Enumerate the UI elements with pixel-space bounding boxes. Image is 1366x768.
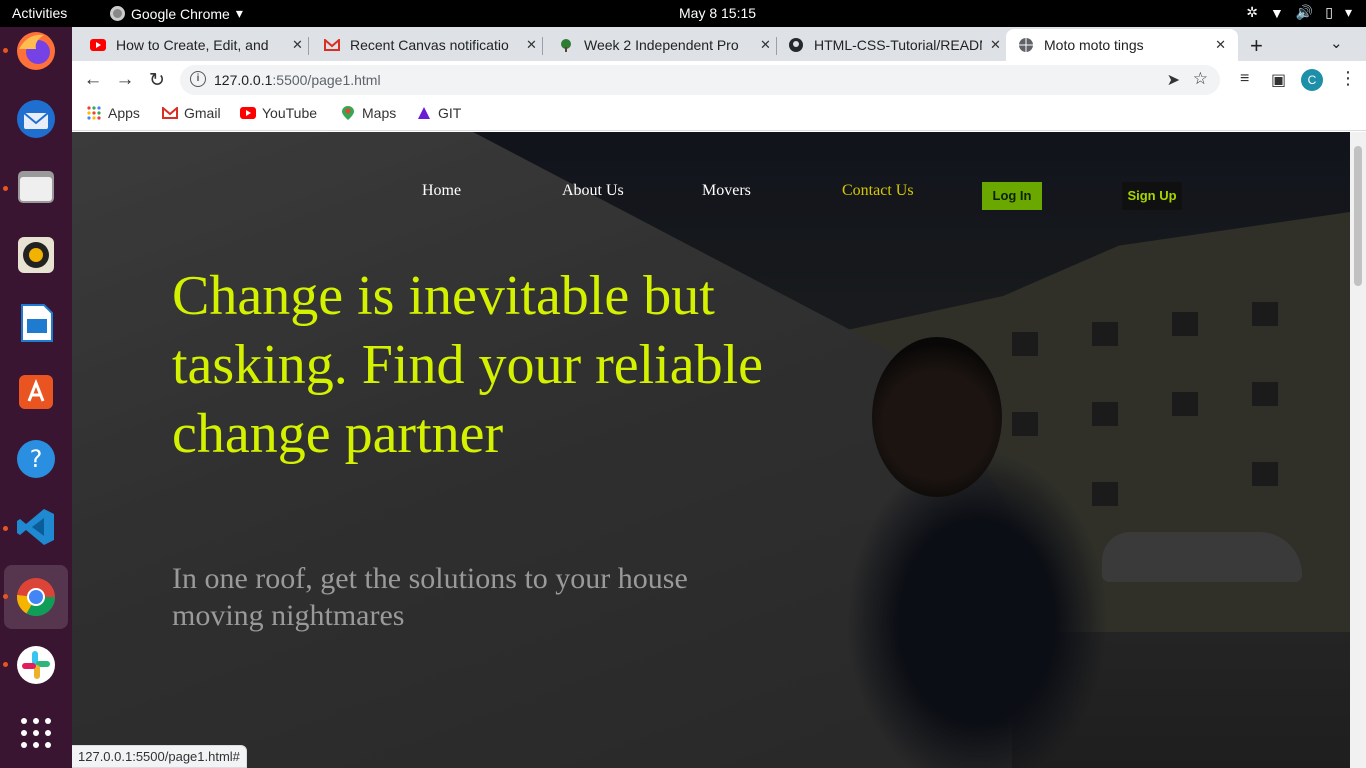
ubuntu-dock: ? bbox=[0, 27, 72, 768]
slack-icon[interactable] bbox=[12, 641, 60, 689]
app-grid-icon[interactable] bbox=[12, 709, 60, 757]
gmail-favicon-icon bbox=[324, 37, 340, 53]
system-tray[interactable]: ✲ ▼ 🔊 ▯ ▾ bbox=[1246, 4, 1352, 21]
page-scrollbar[interactable] bbox=[1350, 132, 1366, 768]
hero-title: Change is inevitable but tasking. Find y… bbox=[172, 265, 764, 465]
activities-button[interactable]: Activities bbox=[12, 5, 67, 21]
profile-avatar[interactable]: C bbox=[1301, 69, 1323, 91]
svg-text:?: ? bbox=[30, 445, 43, 473]
close-tab-icon[interactable]: ✕ bbox=[292, 37, 303, 53]
running-indicator bbox=[3, 48, 8, 53]
help-icon[interactable]: ? bbox=[12, 435, 60, 483]
app-menu-label: Google Chrome bbox=[131, 5, 230, 22]
chrome-app-icon bbox=[110, 6, 125, 21]
files-icon[interactable] bbox=[12, 163, 60, 211]
running-indicator bbox=[3, 594, 8, 599]
close-tab-icon[interactable]: ✕ bbox=[760, 37, 771, 53]
tab-title: How to Create, Edit, and bbox=[116, 37, 269, 53]
network-status-icon: ✲ bbox=[1246, 4, 1258, 20]
nav-about-link[interactable]: About Us bbox=[562, 182, 624, 200]
bookmarks-bar: Apps Gmail YouTube Maps GIT bbox=[72, 99, 1366, 131]
signup-button[interactable]: Sign Up bbox=[1122, 182, 1182, 210]
url-text[interactable]: 127.0.0.1:5500/page1.html bbox=[214, 72, 381, 88]
running-indicator bbox=[3, 662, 8, 667]
browser-toolbar: ← → ↻ i 127.0.0.1:5500/page1.html ➤ ☆ ≡ … bbox=[72, 61, 1366, 99]
close-tab-icon[interactable]: ✕ bbox=[990, 37, 1001, 53]
send-to-devices-icon[interactable]: ➤ bbox=[1167, 70, 1180, 90]
nav-contact-link[interactable]: Contact Us bbox=[842, 182, 914, 200]
rhythmbox-icon[interactable] bbox=[12, 231, 60, 279]
tab[interactable]: HTML-CSS-Tutorial/README ✕ bbox=[788, 29, 1001, 61]
caret-down-icon: ▾ bbox=[235, 5, 243, 21]
battery-icon: ▯ bbox=[1325, 4, 1333, 20]
close-tab-icon[interactable]: ✕ bbox=[526, 37, 537, 53]
page-viewport: Home About Us Movers Contact Us Log In S… bbox=[72, 132, 1350, 768]
tab-title: Recent Canvas notificatio bbox=[350, 37, 509, 53]
bookmark-gmail[interactable]: Gmail bbox=[162, 105, 221, 121]
bookmark-star-icon[interactable]: ☆ bbox=[1193, 69, 1208, 89]
forward-arrow-icon[interactable]: → bbox=[112, 67, 138, 93]
system-top-bar: Activities Google Chrome ▾ May 8 15:15 ✲… bbox=[0, 0, 1366, 27]
maps-pin-icon bbox=[340, 105, 356, 121]
globe-favicon-icon bbox=[1018, 37, 1034, 53]
power-menu-icon: ▾ bbox=[1344, 4, 1352, 20]
wifi-icon: ▼ bbox=[1269, 4, 1284, 21]
tab[interactable]: Week 2 Independent Pro ✕ bbox=[558, 29, 777, 61]
nav-home-link[interactable]: Home bbox=[422, 182, 461, 200]
youtube-favicon-icon bbox=[90, 37, 106, 53]
scrollbar-thumb[interactable] bbox=[1354, 146, 1362, 286]
software-center-icon[interactable] bbox=[12, 367, 60, 415]
tab-active[interactable]: Moto moto tings ✕ bbox=[1006, 29, 1238, 61]
back-arrow-icon[interactable]: ← bbox=[80, 67, 106, 93]
close-tab-icon[interactable]: ✕ bbox=[1215, 37, 1226, 53]
chrome-window: How to Create, Edit, and ✕ Recent Canvas… bbox=[72, 27, 1366, 768]
bookmark-maps[interactable]: Maps bbox=[340, 105, 396, 121]
vscode-icon[interactable] bbox=[12, 503, 60, 551]
chrome-icon[interactable] bbox=[12, 573, 60, 621]
tab[interactable]: Recent Canvas notificatio ✕ bbox=[324, 29, 543, 61]
tab-strip: How to Create, Edit, and ✕ Recent Canvas… bbox=[72, 27, 1366, 61]
side-panel-icon[interactable]: ▣ bbox=[1271, 70, 1286, 90]
tab-search-chevron-icon[interactable]: ⌄ bbox=[1330, 34, 1343, 52]
github-favicon-icon bbox=[788, 37, 804, 53]
running-indicator bbox=[3, 186, 8, 191]
chrome-menu-icon[interactable]: ⋮ bbox=[1339, 68, 1357, 89]
site-info-icon[interactable]: i bbox=[190, 71, 206, 87]
address-bar[interactable]: i 127.0.0.1:5500/page1.html ➤ ☆ bbox=[180, 65, 1220, 95]
clock[interactable]: May 8 15:15 bbox=[679, 5, 756, 21]
bookmark-git[interactable]: GIT bbox=[416, 105, 461, 121]
app-menu[interactable]: Google Chrome ▾ bbox=[110, 5, 243, 22]
youtube-icon bbox=[240, 105, 256, 121]
bookmark-youtube[interactable]: YouTube bbox=[240, 105, 317, 121]
tab[interactable]: How to Create, Edit, and ✕ bbox=[90, 29, 309, 61]
firefox-icon[interactable] bbox=[12, 27, 60, 75]
volume-icon: 🔊 bbox=[1295, 4, 1314, 20]
hero-subtitle: In one roof, get the solutions to your h… bbox=[172, 562, 688, 632]
new-tab-icon[interactable]: + bbox=[1250, 33, 1263, 59]
running-indicator bbox=[3, 526, 8, 531]
bookmark-apps[interactable]: Apps bbox=[86, 105, 140, 121]
tree-favicon-icon bbox=[558, 37, 574, 53]
libreoffice-writer-icon[interactable] bbox=[12, 299, 60, 347]
tab-title: HTML-CSS-Tutorial/README bbox=[814, 37, 982, 53]
reading-list-icon[interactable]: ≡ bbox=[1240, 70, 1249, 88]
tab-title: Moto moto tings bbox=[1044, 37, 1144, 53]
login-button[interactable]: Log In bbox=[982, 182, 1042, 210]
tab-title: Week 2 Independent Pro bbox=[584, 37, 739, 53]
git-triangle-icon bbox=[416, 105, 432, 121]
thunderbird-icon[interactable] bbox=[12, 95, 60, 143]
reload-icon[interactable]: ↻ bbox=[144, 67, 170, 93]
nav-movers-link[interactable]: Movers bbox=[702, 182, 751, 200]
link-status-bubble: 127.0.0.1:5500/page1.html# bbox=[72, 745, 247, 768]
gmail-icon bbox=[162, 105, 178, 121]
apps-grid-icon bbox=[86, 105, 102, 121]
